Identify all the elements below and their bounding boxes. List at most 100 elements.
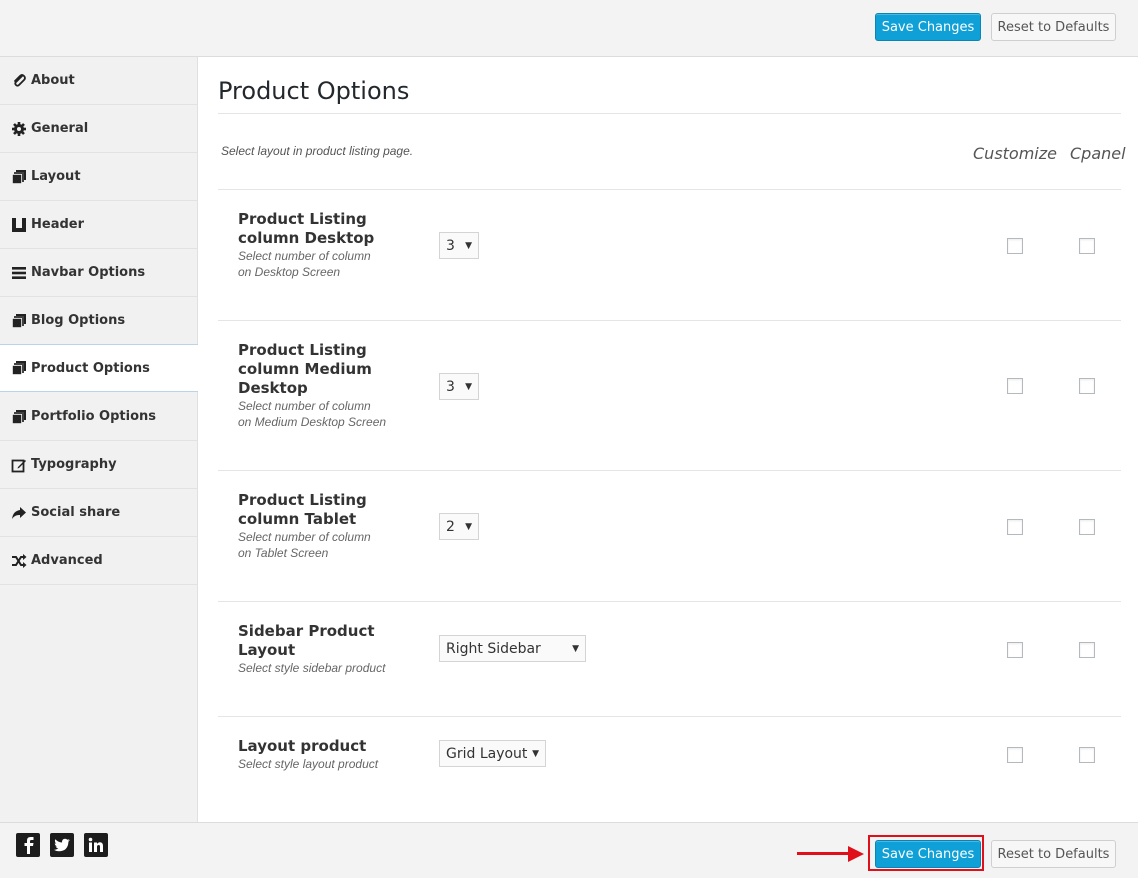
customize-checkbox[interactable] xyxy=(1007,642,1023,658)
gear-icon xyxy=(10,120,28,138)
cpanel-checkbox[interactable] xyxy=(1079,519,1095,535)
option-description-line: Select number of column xyxy=(238,249,371,263)
customize-checkbox[interactable] xyxy=(1007,378,1023,394)
main-panel: Product Options Select layout in product… xyxy=(198,57,1138,822)
cpanel-checkbox[interactable] xyxy=(1079,238,1095,254)
medium-desktop-columns-select[interactable]: 3 ▼ xyxy=(439,373,479,400)
sidebar-layout-select[interactable]: Right Sidebar ▼ xyxy=(439,635,586,662)
layout-product-select[interactable]: Grid Layout ▼ xyxy=(439,740,546,767)
sidebar-item-label: Advanced xyxy=(31,553,103,568)
select-value: Right Sidebar xyxy=(446,640,541,657)
sidebar-item-portfolio-options[interactable]: Portfolio Options xyxy=(0,393,197,441)
twitter-icon[interactable] xyxy=(50,833,74,857)
caret-down-icon: ▼ xyxy=(465,381,472,392)
option-row-sidebar-product-layout: Sidebar Product Layout Select style side… xyxy=(218,601,1121,716)
option-row-layout-product: Layout product Select style layout produ… xyxy=(218,716,1121,822)
bars-icon xyxy=(10,264,28,282)
customize-checkbox[interactable] xyxy=(1007,238,1023,254)
sidebar-item-typography[interactable]: Typography xyxy=(0,441,197,489)
save-button-top[interactable]: Save Changes xyxy=(875,13,981,41)
select-value: 2 xyxy=(446,518,455,535)
cpanel-checkbox[interactable] xyxy=(1079,378,1095,394)
sidebar-item-product-options[interactable]: Product Options xyxy=(0,344,199,392)
linkedin-icon[interactable] xyxy=(84,833,108,857)
sidebar-item-social-share[interactable]: Social share xyxy=(0,489,197,537)
caret-down-icon: ▼ xyxy=(465,521,472,532)
option-description-line: on Tablet Screen xyxy=(238,546,329,560)
sidebar-item-blog-options[interactable]: Blog Options xyxy=(0,297,197,345)
select-value: 3 xyxy=(446,378,455,395)
edit-icon xyxy=(10,456,28,474)
option-label-line: Layout xyxy=(238,641,296,659)
highlight-arrow-head-icon xyxy=(848,846,864,862)
sidebar-item-header[interactable]: Header xyxy=(0,201,197,249)
option-description-line: on Desktop Screen xyxy=(238,265,341,279)
option-description-line: on Medium Desktop Screen xyxy=(238,415,387,429)
top-toolbar: Save Changes Reset to Defaults xyxy=(0,0,1138,57)
option-label-line: column Medium xyxy=(238,360,372,378)
column-header-cpanel: Cpanel xyxy=(1070,144,1126,163)
option-label-line: column Desktop xyxy=(238,229,375,247)
header-icon xyxy=(10,216,28,234)
sidebar-item-navbar-options[interactable]: Navbar Options xyxy=(0,249,197,297)
option-description-line: Select number of column xyxy=(238,530,371,544)
option-label-line: Product Listing xyxy=(238,341,367,359)
copy-icon xyxy=(10,359,28,377)
option-label-line: column Tablet xyxy=(238,510,357,528)
reset-button-bottom[interactable]: Reset to Defaults xyxy=(991,840,1116,868)
sidebar-item-label: Layout xyxy=(31,169,81,184)
reset-button-top[interactable]: Reset to Defaults xyxy=(991,13,1116,41)
tablet-columns-select[interactable]: 2 ▼ xyxy=(439,513,479,540)
section-description: Select layout in product listing page. xyxy=(221,144,414,158)
highlight-arrow-icon xyxy=(797,852,849,855)
copy-icon xyxy=(10,408,28,426)
option-row-desktop-columns: Product Listing column Desktop Select nu… xyxy=(218,189,1121,320)
column-header-customize: Customize xyxy=(973,144,1057,163)
option-label-line: Layout product xyxy=(238,737,367,755)
select-value: 3 xyxy=(446,237,455,254)
option-description: Select style sidebar product xyxy=(238,660,413,676)
sidebar-item-about[interactable]: About xyxy=(0,57,197,105)
option-row-medium-desktop-columns: Product Listing column Medium Desktop Se… xyxy=(218,320,1121,470)
option-label-line: Desktop xyxy=(238,379,308,397)
copy-icon xyxy=(10,168,28,186)
caret-down-icon: ▼ xyxy=(532,748,539,759)
option-description-line: Select style sidebar product xyxy=(238,661,386,675)
option-label-line: Sidebar Product xyxy=(238,622,375,640)
option-label: Product Listing column Desktop xyxy=(238,210,413,248)
option-description: Select number of column on Medium Deskto… xyxy=(238,398,413,430)
option-label: Product Listing column Tablet xyxy=(238,491,413,529)
sidebar-item-label: Header xyxy=(31,217,85,232)
sidebar-item-label: Social share xyxy=(31,505,121,520)
desktop-columns-select[interactable]: 3 ▼ xyxy=(439,232,479,259)
sidebar-item-label: General xyxy=(31,121,89,136)
sidebar-item-label: Product Options xyxy=(31,360,150,376)
option-label-line: Product Listing xyxy=(238,210,367,228)
option-label: Sidebar Product Layout xyxy=(238,622,413,660)
sidebar: About General Layout Header Navbar Optio… xyxy=(0,57,199,822)
sidebar-item-advanced[interactable]: Advanced xyxy=(0,537,197,585)
sidebar-item-label: Navbar Options xyxy=(31,265,146,280)
save-button-bottom[interactable]: Save Changes xyxy=(875,840,981,868)
customize-checkbox[interactable] xyxy=(1007,747,1023,763)
sidebar-item-layout[interactable]: Layout xyxy=(0,153,197,201)
option-description: Select style layout product xyxy=(238,756,413,772)
customize-checkbox[interactable] xyxy=(1007,519,1023,535)
page-title: Product Options xyxy=(218,77,410,105)
sidebar-item-label: About xyxy=(31,73,75,88)
caret-down-icon: ▼ xyxy=(572,643,579,654)
facebook-icon[interactable] xyxy=(16,833,40,857)
sidebar-item-general[interactable]: General xyxy=(0,105,197,153)
footer-toolbar: Save Changes Reset to Defaults xyxy=(0,822,1138,878)
paperclip-icon xyxy=(10,72,28,90)
option-label-line: Product Listing xyxy=(238,491,367,509)
select-value: Grid Layout xyxy=(446,745,528,762)
option-description-line: Select number of column xyxy=(238,399,371,413)
shuffle-icon xyxy=(10,552,28,570)
cpanel-checkbox[interactable] xyxy=(1079,642,1095,658)
copy-icon xyxy=(10,312,28,330)
share-icon xyxy=(10,504,28,522)
sidebar-item-label: Blog Options xyxy=(31,313,126,328)
option-description: Select number of column on Desktop Scree… xyxy=(238,248,413,280)
cpanel-checkbox[interactable] xyxy=(1079,747,1095,763)
